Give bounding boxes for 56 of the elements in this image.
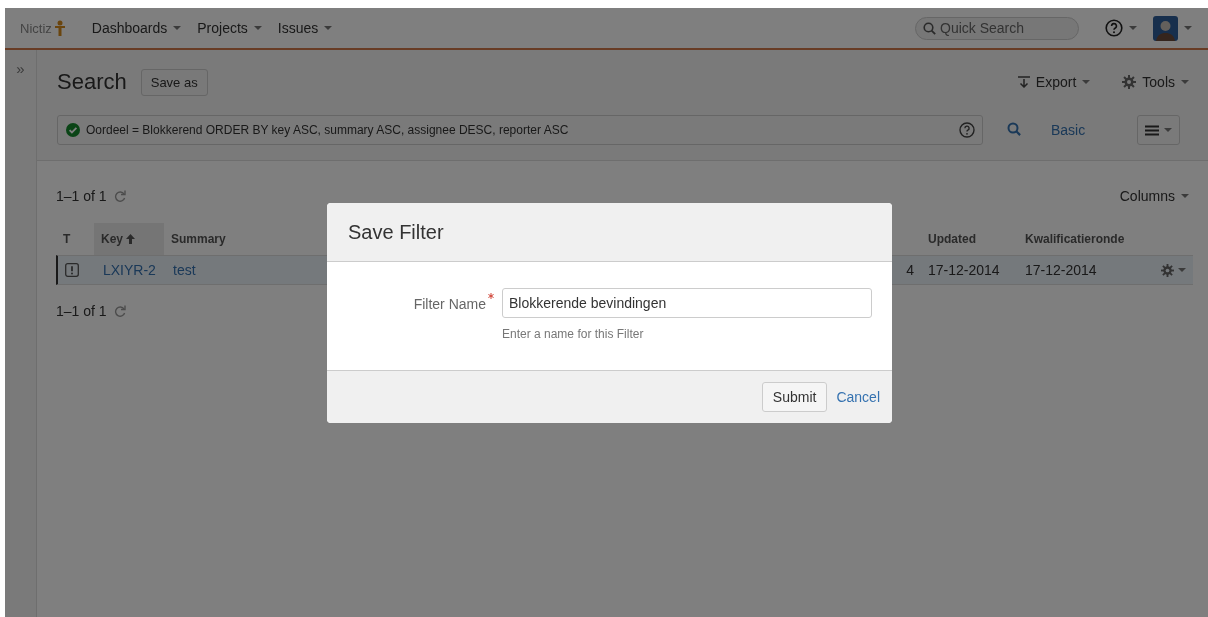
view-menu-button[interactable]	[1137, 115, 1181, 145]
query-field[interactable]: Oordeel = Blokkerend ORDER BY key ASC, summary ASC, assignee DESC, reporter ASC	[57, 115, 983, 145]
caret-icon	[1181, 80, 1189, 84]
gear-icon	[1122, 75, 1137, 89]
caret-icon	[1082, 80, 1091, 84]
caret-icon	[1129, 26, 1137, 30]
field-label: Filter Name	[413, 296, 486, 312]
quick-search-field[interactable]: Quick Search	[915, 16, 1079, 40]
caret-icon	[1164, 128, 1173, 132]
export-menu[interactable]: Export	[1013, 74, 1095, 90]
column-header[interactable]: Kwalificatieronde	[1018, 223, 1143, 255]
cancel-link[interactable]: Cancel	[836, 389, 880, 405]
menu-icon	[1145, 124, 1160, 136]
nav-menu[interactable]: Dashboards	[83, 16, 190, 40]
basic-mode-link[interactable]: Basic	[1051, 122, 1086, 138]
person-logo-icon[interactable]	[53, 20, 66, 36]
issue-key-link[interactable]: LXIYR-2	[103, 262, 156, 278]
help-icon	[1105, 19, 1123, 37]
sort-arrow-icon	[126, 234, 135, 244]
help-icon[interactable]	[959, 122, 975, 138]
caret-icon	[1178, 268, 1186, 272]
result-count: 1–1 of 1	[56, 303, 107, 319]
column-header[interactable]: Key	[94, 223, 164, 255]
issue-summary-link[interactable]: test	[173, 262, 196, 278]
field-hint: Enter a name for this Filter	[502, 327, 645, 341]
gear-icon	[1161, 263, 1174, 277]
avatar-icon	[1153, 15, 1178, 41]
caret-icon	[324, 26, 333, 30]
result-count: 1–1 of 1	[56, 188, 107, 204]
filter-name-field[interactable]: Blokkerende bevindingen	[502, 288, 872, 318]
caret-icon	[1181, 194, 1189, 198]
row-actions-button[interactable]	[1161, 263, 1186, 277]
submit-button[interactable]: Submit	[761, 382, 828, 412]
nav-menu[interactable]: Issues	[269, 16, 341, 40]
save-as-button[interactable]: Save as	[140, 68, 208, 96]
tools-menu[interactable]: Tools	[1118, 74, 1193, 90]
refresh-icon[interactable]	[113, 190, 126, 202]
refresh-icon[interactable]	[113, 305, 126, 317]
nav-menu[interactable]: Projects	[189, 16, 270, 40]
table-cell: 17-12-2014	[1025, 262, 1097, 278]
caret-icon	[253, 26, 262, 30]
caret-icon	[1184, 26, 1192, 30]
columns-menu[interactable]: Columns	[1115, 188, 1193, 204]
logo-text[interactable]: Nictiz	[20, 20, 52, 36]
caret-icon	[173, 26, 182, 30]
table-cell: 17-12-2014	[928, 262, 1000, 278]
column-header[interactable]: T	[56, 223, 94, 255]
export-icon	[1017, 76, 1030, 88]
exclamation-icon	[65, 263, 79, 277]
column-header[interactable]: Updated	[921, 223, 1018, 255]
page-title: Search	[57, 69, 127, 95]
table-cell: 4	[906, 262, 914, 278]
search-icon	[1007, 121, 1021, 136]
search-icon	[923, 21, 936, 35]
expand-sidebar-button[interactable]: »	[16, 50, 25, 77]
dialog-title: Save Filter	[348, 220, 444, 244]
